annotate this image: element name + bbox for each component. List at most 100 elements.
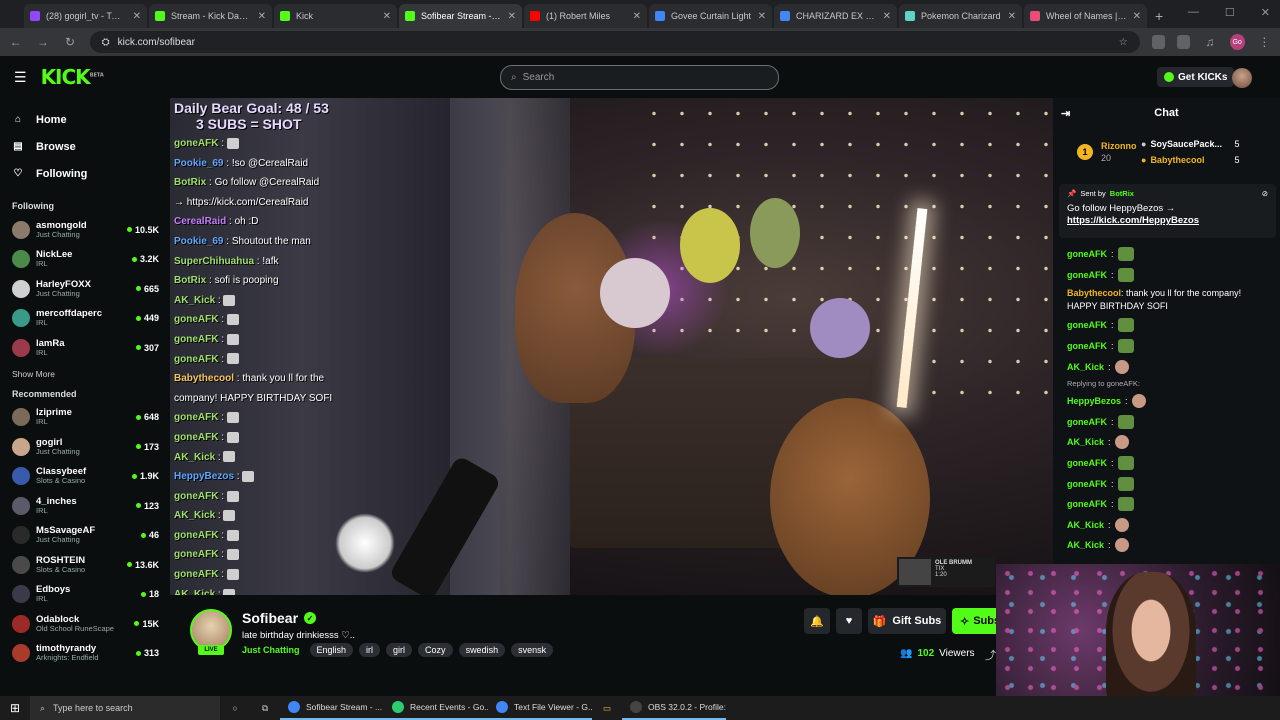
show-more-button[interactable]: Show More [12,363,170,385]
hamburger-menu-icon[interactable]: ☰ [14,69,27,86]
chat-username[interactable]: AK_Kick [1067,362,1104,372]
taskbar-app[interactable]: Recent Events - Go... [384,696,488,720]
browser-tab[interactable]: (1) Robert Miles ✕ [524,4,647,28]
chat-username[interactable]: goneAFK [1067,320,1107,330]
windows-start-icon[interactable]: ⊞ [0,701,30,715]
chat-username[interactable]: goneAFK [1067,270,1107,280]
share-icon[interactable]: ⤴ [985,647,996,663]
taskbar-app[interactable]: Sofibear Stream - ... [280,696,384,720]
browser-tab[interactable]: Sofibear Stream - Wa ✕ [399,4,522,28]
bookmark-star-icon[interactable]: ☆ [1119,37,1128,48]
tab-close-icon[interactable]: ✕ [633,11,641,22]
chat-username[interactable]: goneAFK [1067,341,1107,351]
channel-list-item[interactable]: Edboys IRL 18 [12,580,170,610]
tab-close-icon[interactable]: ✕ [1133,11,1141,22]
file-explorer-icon[interactable]: ▭ [592,703,622,714]
browser-tab[interactable]: Pokemon Charizard ✕ [899,4,1022,28]
collapse-chat-icon[interactable]: ⇥ [1061,107,1070,120]
chat-username[interactable]: Babythecool [1067,288,1121,298]
chat-username[interactable]: goneAFK [1067,499,1107,509]
task-view-icon[interactable]: ⧉ [250,703,280,714]
tag-chip[interactable]: girl [386,643,413,657]
tag-chip[interactable]: English [309,643,354,657]
tab-close-icon[interactable]: ✕ [883,11,891,22]
chat-username[interactable]: goneAFK [1067,479,1107,489]
extensions-puzzle-icon[interactable] [1176,35,1191,49]
extension-icon[interactable] [1151,35,1165,49]
sidebar-item-browse[interactable]: ▤ Browse [12,133,170,160]
chat-username[interactable]: AK_Kick [1067,437,1104,447]
category-link[interactable]: Just Chatting [242,645,300,655]
media-control-icon[interactable]: ♫ [1202,35,1217,49]
chat-username[interactable]: goneAFK [1067,249,1107,259]
browser-tab[interactable]: Kick ✕ [274,4,397,28]
chat-username[interactable]: HeppyBezos [1067,396,1121,406]
taskbar-app[interactable]: OBS 32.0.2 - Profile:... [622,696,726,720]
unpin-icon[interactable]: ⊘ [1262,189,1268,198]
notification-bell-button[interactable]: 🔔 [804,608,830,634]
channel-list-item[interactable]: lziprime IRL 648 [12,403,170,433]
browser-tab[interactable]: Stream - Kick Dashboard ✕ [149,4,272,28]
url-field[interactable]: ⛭ kick.com/sofibear ☆ [89,31,1140,53]
close-icon[interactable]: ✕ [1261,6,1270,19]
forward-icon[interactable]: → [35,35,50,49]
taskbar-search-input[interactable]: ⌕ Type here to search [30,696,220,720]
browser-menu-icon[interactable]: ⋮ [1257,35,1272,49]
tag-chip[interactable]: swedish [458,643,506,657]
channel-list-item[interactable]: Classybeef Slots & Casino 1.9K [12,462,170,492]
search-input[interactable]: ⌕ Search [500,65,779,90]
chat-username[interactable]: goneAFK [1067,417,1107,427]
sidebar-item-home[interactable]: ⌂ Home [12,106,170,133]
profile-avatar[interactable]: Go [1229,34,1245,50]
tab-close-icon[interactable]: ✕ [258,11,266,22]
kick-logo[interactable]: KICKBETA [41,65,104,89]
gift-subs-button[interactable]: 🎁 Gift Subs [868,608,946,634]
browser-tab[interactable]: Govee Curtain Light ✕ [649,4,772,28]
chat-username[interactable]: AK_Kick [1067,540,1104,550]
channel-list-item[interactable]: 4_inches IRL 123 [12,491,170,521]
cortana-icon[interactable]: ○ [220,703,250,713]
leaderboard-entry[interactable]: ● Babythecool 5 [1141,152,1239,168]
channel-list-item[interactable]: ROSHTEIN Slots & Casino 13.6K [12,550,170,580]
channel-list-item[interactable]: NickLee IRL 3.2K [12,245,170,275]
channel-list-item[interactable]: mercoffdaperc IRL 449 [12,304,170,334]
get-kicks-button[interactable]: Get KICKs [1157,67,1235,87]
channel-list-item[interactable]: Odablock Old School RuneScape 15K [12,609,170,639]
leaderboard-entry[interactable]: ● SoySaucePack... 5 [1141,136,1239,152]
tag-chip[interactable]: Cozy [418,643,453,657]
tab-close-icon[interactable]: ✕ [1008,11,1016,22]
back-icon[interactable]: ← [8,35,23,49]
pinned-link[interactable]: https://kick.com/HeppyBezos [1067,215,1199,226]
site-info-icon[interactable]: ⛭ [102,37,110,48]
browser-tab[interactable]: Wheel of Names | Ra ✕ [1024,4,1147,28]
tab-close-icon[interactable]: ✕ [133,11,141,22]
channel-list-item[interactable]: lamRa IRL 307 [12,333,170,363]
maximize-icon[interactable]: ☐ [1225,6,1235,19]
video-player[interactable]: Daily Bear Goal: 48 / 53 3 SUBS = SHOT g… [170,98,1053,595]
channel-name[interactable]: Sofibear [242,610,298,626]
new-tab-button[interactable]: + [1155,8,1163,24]
reload-icon[interactable]: ↻ [62,35,77,49]
user-avatar[interactable] [1232,68,1252,88]
browser-tab[interactable]: (28) gogirl_tv - Twitch ✕ [24,4,147,28]
tag-chip[interactable]: svensk [511,643,554,657]
sidebar-item-following[interactable]: ♡ Following [12,160,170,187]
tag-chip[interactable]: irl [359,643,381,657]
chat-username[interactable]: AK_Kick [1067,520,1104,530]
channel-list-item[interactable]: HarleyFOXX Just Chatting 665 [12,274,170,304]
minimize-icon[interactable]: — [1188,6,1199,19]
channel-list-item[interactable]: asmongold Just Chatting 10.5K [12,215,170,245]
chat-username[interactable]: goneAFK [1067,458,1107,468]
taskbar-app[interactable]: Text File Viewer - G... [488,696,592,720]
channel-list-item[interactable]: gogirl Just Chatting 173 [12,432,170,462]
tab-close-icon[interactable]: ✕ [508,11,516,22]
browser-tab[interactable]: CHARIZARD EX COLL ✕ [774,4,897,28]
channel-list-item[interactable]: MsSavageAF Just Chatting 46 [12,521,170,551]
tab-close-icon[interactable]: ✕ [383,11,391,22]
tab-close-icon[interactable]: ✕ [758,11,766,22]
follow-heart-button[interactable]: ♥ [836,608,862,634]
channel-name: 4_inches [36,495,77,507]
leader-name[interactable]: Rizonno [1101,140,1137,152]
channel-list-item[interactable]: timothyrandy Arknights: Endfield 313 [12,639,170,669]
pinned-user[interactable]: BotRix [1110,189,1134,198]
